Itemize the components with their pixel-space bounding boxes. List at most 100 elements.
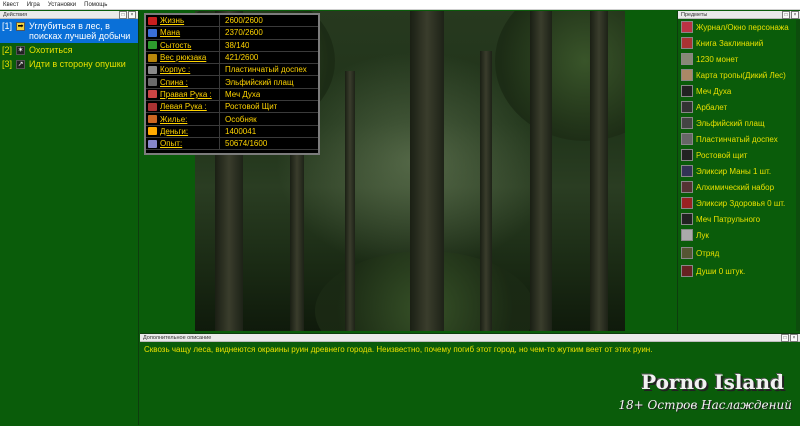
stat-label[interactable]: Деньги: bbox=[160, 127, 188, 136]
stat-label[interactable]: Правая Рука : bbox=[160, 90, 212, 99]
stat-label-cell: Спина : bbox=[146, 76, 220, 88]
item-label: Книга Заклинаний bbox=[696, 38, 764, 48]
shield-icon bbox=[681, 149, 693, 161]
crossbow-icon bbox=[681, 101, 693, 113]
scene-trunk bbox=[345, 71, 355, 331]
stat-label[interactable]: Сытость bbox=[160, 41, 191, 50]
item-entry[interactable]: Меч Духа bbox=[678, 83, 800, 99]
action-number: [3] bbox=[2, 59, 13, 69]
stat-label[interactable]: Жизнь bbox=[160, 16, 184, 25]
action-item-deeper-forest[interactable]: [1] ➡ Углубиться в лес, в поисках лучшей… bbox=[0, 19, 138, 43]
health-potion-icon bbox=[681, 197, 693, 209]
action-item-edge[interactable]: [3] ↗ Идти в сторону опушки bbox=[0, 57, 138, 71]
item-label: Эликсир Здоровья 0 шт. bbox=[696, 198, 786, 208]
item-entry[interactable]: Эликсир Маны 1 шт. bbox=[678, 163, 800, 179]
menu-quest[interactable]: Квест bbox=[3, 2, 19, 8]
item-entry[interactable]: Книга Заклинаний bbox=[678, 35, 800, 51]
action-label: Идти в сторону опушки bbox=[29, 59, 126, 69]
actions-panel: Действия □ × [1] ➡ Углубиться в лес, в по… bbox=[0, 11, 139, 425]
stat-label[interactable]: Корпус : bbox=[160, 65, 190, 74]
stat-icon bbox=[148, 115, 157, 124]
journal-icon bbox=[681, 21, 693, 33]
item-entry[interactable]: Лук bbox=[678, 227, 800, 243]
stat-label[interactable]: Левая Рука : bbox=[160, 102, 207, 111]
stat-row: Деньги: 1400041 bbox=[146, 125, 318, 138]
restore-icon[interactable]: □ bbox=[782, 11, 790, 19]
items-scrollbar[interactable] bbox=[796, 20, 800, 331]
close-icon[interactable]: × bbox=[790, 334, 798, 342]
stat-icon bbox=[148, 78, 157, 87]
sword-icon bbox=[681, 85, 693, 97]
stat-label-cell: Опыт: bbox=[146, 137, 220, 150]
item-entry[interactable]: Ростовой щит bbox=[678, 147, 800, 163]
mana-potion-icon bbox=[681, 165, 693, 177]
menu-game[interactable]: Игра bbox=[27, 2, 40, 8]
stat-row: Мана 2370/2600 bbox=[146, 27, 318, 40]
stat-row: Левая Рука : Ростовой Щит bbox=[146, 101, 318, 114]
item-label: Журнал/Окно персонажа bbox=[696, 22, 789, 32]
action-label: Углубиться в лес, в поисках лучшей добыч… bbox=[29, 21, 131, 41]
item-entry[interactable]: Журнал/Окно персонажа bbox=[678, 19, 800, 35]
stat-icon bbox=[148, 41, 157, 50]
stat-icon bbox=[148, 53, 157, 62]
menu-settings[interactable]: Установки bbox=[48, 2, 76, 8]
item-label: Арбалет bbox=[696, 102, 728, 112]
stat-label[interactable]: Мана bbox=[160, 28, 180, 37]
action-number: [2] bbox=[2, 45, 13, 55]
hunt-icon: ✶ bbox=[16, 46, 25, 55]
item-entry[interactable]: Души 0 штук. bbox=[678, 263, 800, 279]
item-entry[interactable]: Эльфийский плащ bbox=[678, 115, 800, 131]
actions-panel-titlebar: Действия □ × bbox=[0, 11, 138, 19]
close-icon[interactable]: × bbox=[791, 11, 799, 19]
menu-help[interactable]: Помощь bbox=[84, 2, 107, 8]
actions-panel-title: Действия bbox=[3, 11, 28, 18]
restore-icon[interactable]: □ bbox=[781, 334, 789, 342]
item-label: 1230 монет bbox=[696, 54, 739, 64]
stat-label[interactable]: Спина : bbox=[160, 78, 188, 87]
stat-row: Спина : Эльфийский плащ bbox=[146, 76, 318, 89]
item-entry[interactable]: Эликсир Здоровья 0 шт. bbox=[678, 195, 800, 211]
item-entry[interactable]: Пластинчатый доспех bbox=[678, 131, 800, 147]
action-label: Охотиться bbox=[29, 45, 73, 55]
description-text: Сквозь чащу леса, виднеются окраины руин… bbox=[144, 345, 653, 354]
item-entry[interactable]: Отряд bbox=[678, 243, 800, 263]
coins-icon bbox=[681, 53, 693, 65]
stat-label[interactable]: Опыт: bbox=[160, 139, 182, 148]
spellbook-icon bbox=[681, 37, 693, 49]
stat-row: Опыт: 50674/1600 bbox=[146, 137, 318, 151]
item-label: Меч Патрульного bbox=[696, 214, 761, 224]
stat-value: 38/140 bbox=[225, 40, 250, 50]
close-icon[interactable]: × bbox=[128, 11, 136, 19]
stat-label-cell: Сытость bbox=[146, 39, 220, 51]
stat-label-cell: Деньги: bbox=[146, 125, 220, 137]
stat-icon bbox=[148, 127, 157, 136]
item-entry[interactable]: 1230 монет bbox=[678, 51, 800, 67]
armor-icon bbox=[681, 133, 693, 145]
stat-row: Жилье: Особняк bbox=[146, 113, 318, 126]
stat-label-cell: Мана bbox=[146, 27, 220, 39]
stat-label-cell: Левая Рука : bbox=[146, 101, 220, 113]
restore-icon[interactable]: □ bbox=[119, 11, 127, 19]
action-item-hunt[interactable]: [2] ✶ Охотиться bbox=[0, 43, 138, 57]
stat-label-cell: Правая Рука : bbox=[146, 88, 220, 101]
item-entry[interactable]: Карта тропы(Дикий Лес) bbox=[678, 67, 800, 83]
stat-label[interactable]: Жилье: bbox=[160, 115, 187, 124]
item-entry[interactable]: Меч Патрульного bbox=[678, 211, 800, 227]
stat-label[interactable]: Вес рюкзака bbox=[160, 53, 206, 62]
stat-value: Пластинчатый доспех bbox=[225, 65, 307, 75]
item-label: Души 0 штук. bbox=[696, 266, 746, 276]
item-label: Меч Духа bbox=[696, 86, 732, 96]
stat-row: Правая Рука : Меч Духа bbox=[146, 88, 318, 102]
stat-value: 1400041 bbox=[225, 126, 257, 136]
alchemy-kit-icon bbox=[681, 181, 693, 193]
stat-value: 421/2600 bbox=[225, 53, 259, 63]
items-panel-title: Предметы bbox=[681, 11, 708, 18]
item-entry[interactable]: Арбалет bbox=[678, 99, 800, 115]
item-label: Алхимический набор bbox=[696, 182, 775, 192]
character-stats-table: Жизнь 2600/2600 Мана 2370/2600 Сытость 38/140… bbox=[144, 13, 320, 155]
stat-row: Вес рюкзака 421/2600 bbox=[146, 51, 318, 65]
item-entry[interactable]: Алхимический набор bbox=[678, 179, 800, 195]
stat-value: Меч Духа bbox=[225, 89, 261, 99]
scene-trunk bbox=[480, 51, 492, 331]
item-label: Эльфийский плащ bbox=[696, 118, 765, 128]
